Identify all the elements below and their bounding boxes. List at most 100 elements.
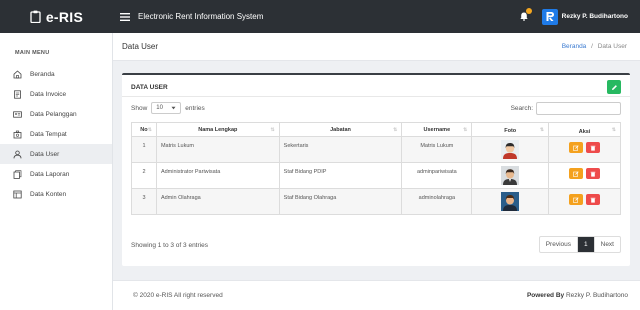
sidebar-item-label: Data Pelanggan	[30, 110, 77, 118]
pagination-previous[interactable]: Previous	[540, 237, 578, 252]
sort-icon: ⇅	[270, 127, 275, 133]
column-header-nama[interactable]: Nama Lengkap ⇅	[155, 122, 280, 137]
pagination: Previous 1 Next	[538, 236, 621, 253]
entries-select[interactable]: 10	[151, 102, 182, 114]
table-row: 2 Administrator Pariwisata Staf Bidang P…	[131, 162, 621, 189]
edit-button[interactable]	[568, 168, 583, 179]
sidebar-header: MAIN MENU	[15, 50, 50, 56]
sidebar-item-data-invoice[interactable]: Data Invoice	[0, 84, 112, 104]
sidebar-item-data-laporan[interactable]: Data Laporan	[0, 164, 112, 184]
edit-icon	[572, 196, 579, 203]
clipboard-icon	[30, 10, 41, 23]
user-photo	[501, 192, 520, 211]
table-row: 1 Matris Lukum Sekertaris Matris Lukum	[131, 136, 621, 163]
trash-icon	[590, 145, 596, 151]
entries-select-value: 10	[156, 105, 163, 111]
delete-button[interactable]	[586, 168, 601, 179]
table-info: Showing 1 to 3 of 3 entries	[131, 242, 208, 249]
add-user-button[interactable]	[607, 80, 621, 94]
sort-icon: ⇅	[611, 127, 616, 133]
delete-button[interactable]	[586, 194, 601, 205]
search-input[interactable]	[536, 102, 621, 115]
edit-icon	[572, 144, 579, 151]
brand-title: e-RIS	[45, 8, 84, 25]
sidebar-item-label: Data User	[30, 150, 60, 158]
edit-button[interactable]	[568, 194, 583, 205]
column-header-no[interactable]: No ⇅	[131, 122, 157, 137]
page-title: Data User	[122, 42, 159, 51]
edit-icon	[572, 170, 579, 177]
sort-icon: ⇅	[539, 127, 545, 133]
footer-powered-name: Rezky P. Budihartono	[565, 292, 628, 299]
cell-no: 1	[131, 136, 157, 163]
invoice-icon	[14, 89, 21, 99]
sidebar-item-data-tempat[interactable]: Data Tempat	[0, 124, 112, 144]
brand[interactable]: e-RIS	[0, 0, 113, 33]
sidebar-item-label: Data Laporan	[30, 170, 70, 178]
cell-no: 2	[131, 162, 157, 189]
sidebar-item-data-pelanggan[interactable]: Data Pelanggan	[0, 104, 112, 124]
show-label: Show	[131, 104, 148, 112]
entries-label: entries	[185, 104, 205, 112]
card-title: DATA USER	[131, 84, 168, 91]
breadcrumb-current: Data User	[597, 43, 627, 50]
page-header: Data User Beranda / Data User	[113, 33, 640, 61]
notification-badge	[525, 8, 532, 14]
column-header-username[interactable]: Username ⇅	[401, 122, 473, 137]
sidebar-item-label: Data Konten	[30, 190, 67, 198]
table-search: Search:	[511, 102, 621, 115]
cell-username: adminpariwisata	[401, 162, 473, 189]
footer-powered-label: Powered By	[526, 292, 565, 299]
user-icon	[13, 150, 22, 158]
cell-nama: Administrator Pariwisata	[155, 162, 280, 189]
footer-copyright: © 2020 e-RIS All right reserved	[133, 292, 223, 299]
cell-username: Matris Lukum	[401, 136, 473, 163]
user-photo	[501, 166, 520, 185]
trash-icon	[590, 197, 596, 203]
edit-button[interactable]	[568, 142, 583, 153]
caret-down-icon	[171, 106, 176, 110]
pencil-icon	[611, 84, 617, 90]
cell-nama: Admin Olahraga	[155, 188, 280, 215]
sidebar-item-beranda[interactable]: Beranda	[0, 64, 112, 84]
footer-powered: Powered By Rezky P. Budihartono	[527, 292, 628, 299]
top-navbar: e-RIS Electronic Rent Information System…	[0, 0, 640, 33]
column-header-jabatan[interactable]: Jabatan ⇅	[278, 122, 403, 137]
footer: © 2020 e-RIS All right reserved Powered …	[113, 280, 640, 310]
building-icon	[13, 130, 22, 138]
user-name[interactable]: Rezky P. Budihartono	[562, 13, 628, 20]
entries-length-control: Show 10 entries	[131, 102, 205, 114]
breadcrumb-separator: /	[591, 43, 593, 50]
cell-jabatan: Staf Bidang PDIP	[278, 162, 403, 189]
trash-icon	[590, 171, 596, 177]
user-photo	[501, 140, 520, 159]
cell-jabatan: Sekertaris	[278, 136, 403, 163]
cell-username: adminolahraga	[401, 188, 473, 215]
cell-no: 3	[131, 188, 157, 215]
pagination-page-1[interactable]: 1	[578, 237, 594, 252]
table-row: 3 Admin Olahraga Staf Bidang Olahraga ad…	[131, 188, 621, 215]
sidebar: MAIN MENU Beranda Data Invoice Data Pela…	[0, 33, 113, 310]
id-card-icon	[13, 110, 22, 118]
column-header-foto[interactable]: Foto ⇅	[471, 122, 550, 137]
home-icon	[13, 69, 22, 78]
menu-toggle-button[interactable]	[120, 12, 130, 21]
pagination-next[interactable]: Next	[593, 237, 620, 252]
sort-icon: ⇅	[393, 127, 398, 133]
user-table: No ⇅ Nama Lengkap ⇅ Jabatan ⇅ Username ⇅ Fot…	[131, 122, 621, 215]
sidebar-item-data-konten[interactable]: Data Konten	[0, 184, 112, 204]
sort-asc-icon: ⇅	[147, 127, 152, 133]
notification-button[interactable]	[519, 8, 532, 21]
table-header-row: No ⇅ Nama Lengkap ⇅ Jabatan ⇅ Username ⇅ Fot…	[131, 122, 621, 137]
delete-button[interactable]	[586, 142, 601, 153]
sidebar-item-data-user[interactable]: Data User	[0, 144, 112, 164]
search-label: Search:	[510, 105, 533, 112]
hamburger-icon	[120, 12, 130, 21]
app-title: Electronic Rent Information System	[138, 12, 264, 21]
data-user-card: DATA USER Show 10 entries Search: No ⇅ Na…	[122, 73, 630, 266]
sidebar-item-label: Data Invoice	[30, 90, 67, 98]
breadcrumb-link-beranda[interactable]: Beranda	[562, 43, 587, 50]
column-header-aksi[interactable]: Aksi ⇅	[548, 122, 621, 137]
user-logo-icon[interactable]	[541, 8, 558, 25]
report-icon	[13, 169, 22, 179]
